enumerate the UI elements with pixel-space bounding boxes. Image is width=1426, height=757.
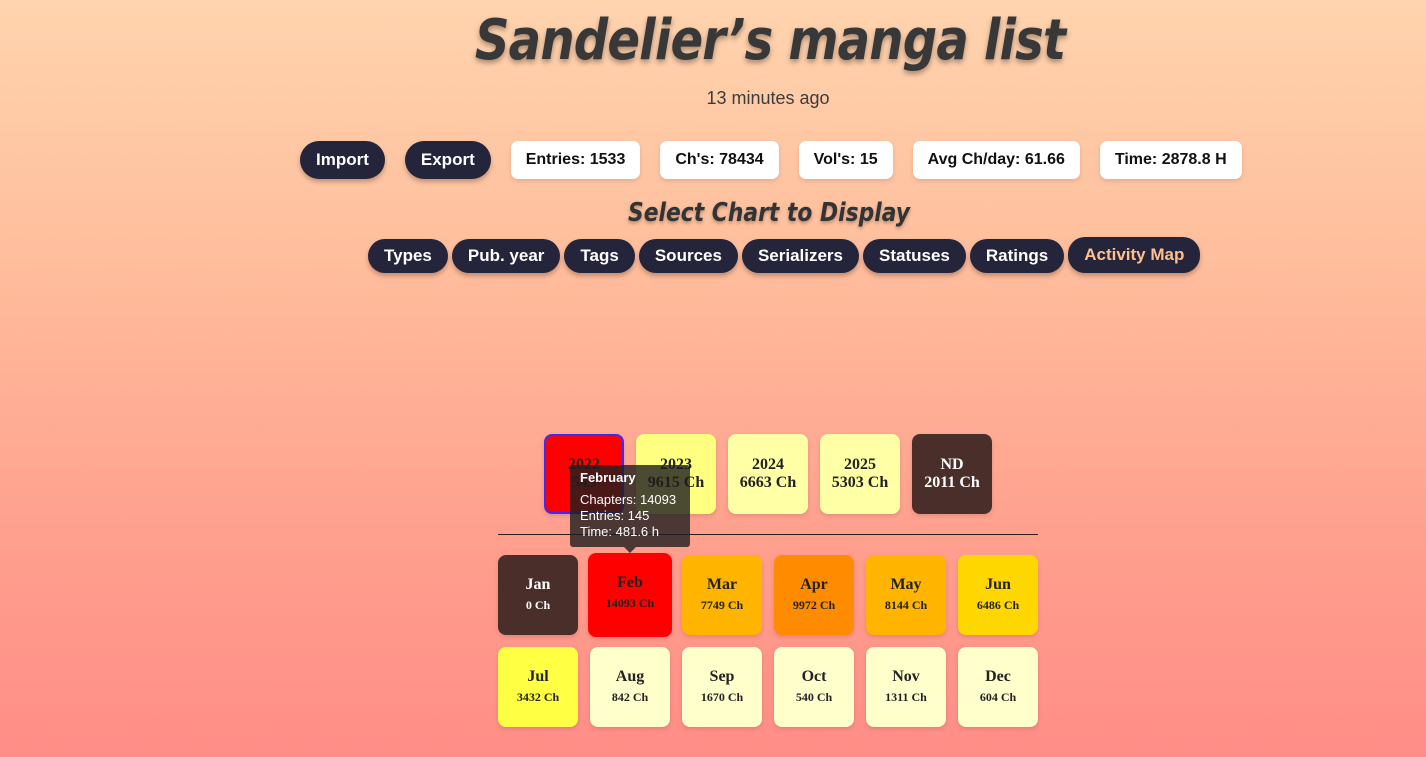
page-title: Sandelier’s manga list: [474, 8, 1066, 73]
month-tile-nov[interactable]: Nov 1311 Ch: [866, 647, 946, 727]
month-chapters: 3432 Ch: [516, 690, 560, 704]
month-tile-may[interactable]: May 8144 Ch: [866, 555, 946, 635]
avg-chapters-per-day-stat: Avg Ch/day: 61.66: [912, 141, 1080, 179]
month-label: May: [890, 576, 922, 593]
year-tile-2024[interactable]: 2024 6663 Ch: [728, 434, 808, 514]
month-tile-dec[interactable]: Dec 604 Ch: [958, 647, 1038, 727]
month-tile-feb[interactable]: Feb 14093 Ch: [588, 553, 672, 637]
month-tile-jan[interactable]: Jan 0 Ch: [498, 555, 578, 635]
tooltip-title: February: [580, 470, 636, 485]
tab-types[interactable]: Types: [368, 239, 448, 273]
month-chapters: 1670 Ch: [700, 690, 744, 704]
month-chapters: 8144 Ch: [884, 598, 928, 612]
month-tile-aug[interactable]: Aug 842 Ch: [590, 647, 670, 727]
month-label: Apr: [800, 576, 828, 593]
tooltip-chapters: Chapters: 14093: [580, 492, 677, 507]
tab-statuses[interactable]: Statuses: [863, 239, 966, 273]
import-button[interactable]: Import: [300, 141, 385, 179]
chapters-stat: Ch's: 78434: [660, 141, 779, 179]
total-time-stat: Time: 2878.8 H: [1099, 141, 1242, 179]
month-chapters: 1311 Ch: [885, 690, 927, 704]
last-updated-text: 13 minutes ago: [706, 88, 830, 108]
month-chapters: 14093 Ch: [605, 596, 655, 610]
month-chapters: 9972 Ch: [792, 598, 836, 612]
tab-sources[interactable]: Sources: [638, 239, 738, 273]
tooltip-time: Time: 481.6 h: [580, 524, 660, 539]
year-chapters: 5303 Ch: [831, 474, 889, 491]
month-label: Aug: [615, 668, 645, 685]
month-chapters: 604 Ch: [979, 690, 1017, 704]
year-label: ND: [940, 456, 964, 473]
month-chapters: 6486 Ch: [976, 598, 1020, 612]
month-chapters: 7749 Ch: [700, 598, 744, 612]
entries-stat: Entries: 1533: [510, 141, 641, 179]
month-tile-apr[interactable]: Apr 9972 Ch: [774, 555, 854, 635]
year-tile-nd[interactable]: ND 2011 Ch: [912, 434, 992, 514]
year-tile-2025[interactable]: 2025 5303 Ch: [820, 434, 900, 514]
month-tile-sep[interactable]: Sep 1670 Ch: [682, 647, 762, 727]
month-label: Dec: [985, 668, 1011, 685]
tab-serializers[interactable]: Serializers: [741, 239, 859, 273]
month-chapters: 540 Ch: [795, 690, 833, 704]
month-chapters: 0 Ch: [525, 598, 551, 612]
month-label: Feb: [617, 574, 643, 591]
export-button[interactable]: Export: [404, 141, 491, 179]
year-label: 2024: [752, 456, 784, 473]
tab-ratings[interactable]: Ratings: [969, 239, 1065, 273]
stats-bar: Import Export Entries: 1533 Ch's: 78434 …: [300, 141, 1242, 179]
month-tooltip: February Chapters: 14093 Entries: 145 Ti…: [570, 465, 690, 553]
month-tile-jul[interactable]: Jul 3432 Ch: [498, 647, 578, 727]
tab-activity-map[interactable]: Activity Map: [1068, 237, 1201, 273]
month-tile-jun[interactable]: Jun 6486 Ch: [958, 555, 1038, 635]
month-label: Jan: [525, 576, 551, 593]
chart-select-heading: Select Chart to Display: [627, 198, 911, 228]
month-tile-mar[interactable]: Mar 7749 Ch: [682, 555, 762, 635]
month-label: Sep: [709, 668, 735, 685]
year-label: 2025: [844, 456, 876, 473]
month-label: Jun: [985, 576, 1011, 593]
tab-pub-year[interactable]: Pub. year: [451, 239, 561, 273]
chart-tabs: Types Pub. year Tags Sources Serializers…: [368, 237, 1201, 273]
volumes-stat: Vol's: 15: [798, 141, 893, 179]
month-tile-oct[interactable]: Oct 540 Ch: [774, 647, 854, 727]
year-chapters: 2011 Ch: [924, 474, 980, 491]
month-label: Mar: [706, 576, 738, 593]
tab-tags[interactable]: Tags: [564, 239, 635, 273]
month-label: Nov: [892, 668, 920, 685]
tooltip-entries: Entries: 145: [580, 508, 650, 523]
year-chapters: 6663 Ch: [739, 474, 797, 491]
month-label: Oct: [801, 668, 827, 685]
month-chapters: 842 Ch: [611, 690, 649, 704]
month-label: Jul: [527, 668, 549, 685]
